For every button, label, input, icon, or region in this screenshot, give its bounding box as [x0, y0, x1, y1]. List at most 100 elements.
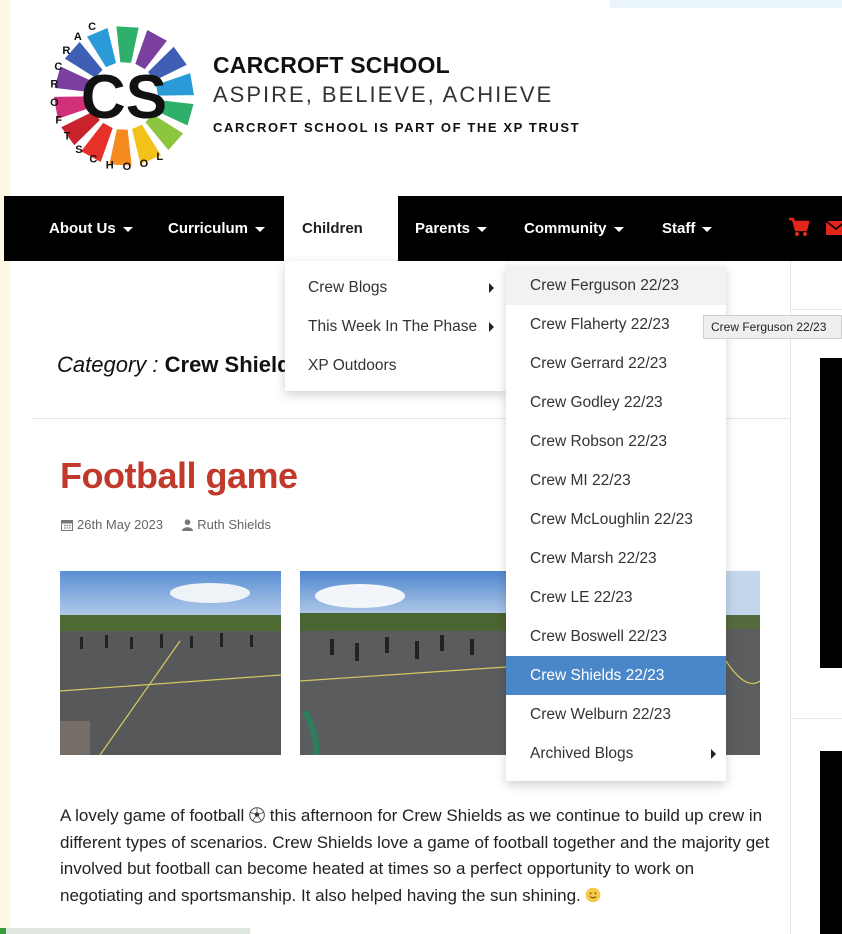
logo-ring-letter: F [55, 114, 62, 126]
post-author[interactable]: Ruth Shields [197, 517, 271, 532]
post-title[interactable]: Football game [60, 455, 298, 497]
submenu-item-crew-robson[interactable]: Crew Robson 22/23 [506, 422, 726, 461]
post-body-text: A lovely game of football [60, 806, 250, 825]
menu-item-label: Crew Blogs [308, 279, 388, 296]
nav-community-label: Community [524, 220, 607, 237]
caret-right-icon [489, 283, 494, 293]
envelope-icon[interactable] [826, 218, 842, 238]
caret-down-icon [255, 226, 266, 232]
nav-children[interactable]: Children [284, 196, 398, 261]
page-top-tint [610, 0, 842, 8]
crew-blogs-submenu: Crew Ferguson 22/23 Crew Flaherty 22/23 … [506, 266, 726, 781]
page-edge-tint [0, 0, 10, 934]
logo-ring-letter: R [50, 79, 58, 91]
nav-children-label: Children [302, 220, 363, 237]
logo-ring-letter: S [75, 144, 82, 156]
logo-ring-letter: O [123, 161, 132, 173]
link-tooltip: Crew Ferguson 22/23 [703, 315, 842, 339]
submenu-item-archived-blogs[interactable]: Archived Blogs [506, 734, 726, 773]
submenu-item-label: Archived Blogs [530, 745, 634, 762]
nav-curriculum[interactable]: Curriculum [168, 196, 266, 261]
nav-parents[interactable]: Parents [415, 196, 488, 261]
logo-monogram: CS [81, 63, 167, 132]
site-motto: ASPIRE, BELIEVE, ACHIEVE [213, 82, 554, 107]
sidebar-widget-image[interactable] [820, 751, 842, 934]
logo-ring-letter: C [88, 21, 96, 33]
calendar-icon [61, 520, 73, 531]
submenu-item-label: Crew Robson 22/23 [530, 433, 667, 450]
submenu-item-label: Crew Marsh 22/23 [530, 550, 657, 567]
logo-ring-letter: O [140, 158, 149, 170]
logo-ring-letter: A [74, 31, 82, 43]
submenu-item-label: Crew McLoughlin 22/23 [530, 511, 693, 528]
submenu-item-label: Crew Gerrard 22/23 [530, 355, 667, 372]
nav-about-us-label: About Us [49, 220, 116, 237]
submenu-item-label: Crew Flaherty 22/23 [530, 316, 670, 333]
football-photo-2 [300, 571, 506, 755]
submenu-item-crew-welburn[interactable]: Crew Welburn 22/23 [506, 695, 726, 734]
menu-item-xp-outdoors[interactable]: XP Outdoors [285, 346, 506, 385]
submenu-item-label: Crew Ferguson 22/23 [530, 277, 680, 294]
post-meta: 26th May 2023 Ruth Shields [61, 517, 271, 532]
submenu-item-label: Crew Godley 22/23 [530, 394, 663, 411]
submenu-item-crew-marsh[interactable]: Crew Marsh 22/23 [506, 539, 726, 578]
caret-down-icon [122, 226, 133, 232]
post-body: A lovely game of football this afternoon… [60, 803, 780, 909]
submenu-item-crew-ferguson[interactable]: Crew Ferguson 22/23 [506, 266, 726, 305]
logo-ring-letter: C [89, 154, 97, 166]
logo-ring-letter: L [156, 151, 163, 163]
submenu-item-crew-mcloughlin[interactable]: Crew McLoughlin 22/23 [506, 500, 726, 539]
main-navigation: About Us Curriculum Children Parents Com… [4, 196, 842, 261]
site-title[interactable]: CARCROFT SCHOOL [213, 52, 450, 79]
category-label: Category : [57, 352, 159, 377]
submenu-item-crew-le[interactable]: Crew LE 22/23 [506, 578, 726, 617]
children-dropdown-menu: Crew Blogs This Week In The Phase XP Out… [285, 261, 506, 391]
nav-staff[interactable]: Staff [662, 196, 713, 261]
nav-parents-label: Parents [415, 220, 471, 237]
logo-ring-letter: H [106, 160, 114, 172]
logo-ring-letter: O [50, 97, 59, 109]
nav-curriculum-label: Curriculum [168, 220, 249, 237]
post-date[interactable]: 26th May 2023 [77, 517, 163, 532]
caret-down-icon [702, 226, 713, 232]
bottom-notification-strip [0, 928, 250, 934]
submenu-item-crew-shields[interactable]: Crew Shields 22/23 [506, 656, 726, 695]
soccer-ball-icon [249, 807, 265, 823]
smile-icon [586, 887, 601, 902]
sidebar-widget-image[interactable] [820, 358, 842, 668]
logo-graphic: CS CARCROFTSC H O OL [50, 21, 194, 173]
submenu-item-crew-flaherty[interactable]: Crew Flaherty 22/23 [506, 305, 726, 344]
submenu-item-crew-gerrard[interactable]: Crew Gerrard 22/23 [506, 344, 726, 383]
football-photo-1 [60, 571, 281, 755]
submenu-item-crew-mi[interactable]: Crew MI 22/23 [506, 461, 726, 500]
submenu-item-label: Crew MI 22/23 [530, 472, 631, 489]
menu-item-crew-blogs[interactable]: Crew Blogs [285, 268, 506, 307]
submenu-item-label: Crew Boswell 22/23 [530, 628, 667, 645]
logo-ring-letter: C [54, 61, 62, 73]
menu-item-this-week-in-the-phase[interactable]: This Week In The Phase [285, 307, 506, 346]
post-photo[interactable] [726, 571, 760, 755]
caret-down-icon [477, 226, 488, 232]
school-logo[interactable]: CS CARCROFTSCHOOL [46, 6, 196, 186]
submenu-item-label: Crew LE 22/23 [530, 589, 633, 606]
nav-staff-label: Staff [662, 220, 696, 237]
user-icon [182, 519, 194, 531]
post-photo[interactable] [300, 571, 506, 755]
trust-tagline: CARCROFT SCHOOL IS PART OF THE XP TRUST [213, 120, 581, 135]
nav-community[interactable]: Community [524, 196, 624, 261]
post-photo[interactable] [60, 571, 281, 755]
caret-down-icon [613, 226, 624, 232]
logo-ring-letter: T [64, 130, 71, 142]
caret-right-icon [711, 749, 716, 759]
nav-about-us[interactable]: About Us [49, 196, 133, 261]
submenu-item-label: Crew Welburn 22/23 [530, 706, 672, 723]
sidebar-separator [790, 309, 842, 310]
submenu-item-crew-boswell[interactable]: Crew Boswell 22/23 [506, 617, 726, 656]
football-photo-3 [726, 571, 760, 755]
sidebar-divider [790, 261, 791, 934]
submenu-item-crew-godley[interactable]: Crew Godley 22/23 [506, 383, 726, 422]
shopping-cart-icon[interactable] [788, 216, 810, 238]
sidebar-separator [790, 718, 842, 719]
logo-ray [116, 26, 139, 63]
logo-ring-letter: R [62, 45, 70, 57]
